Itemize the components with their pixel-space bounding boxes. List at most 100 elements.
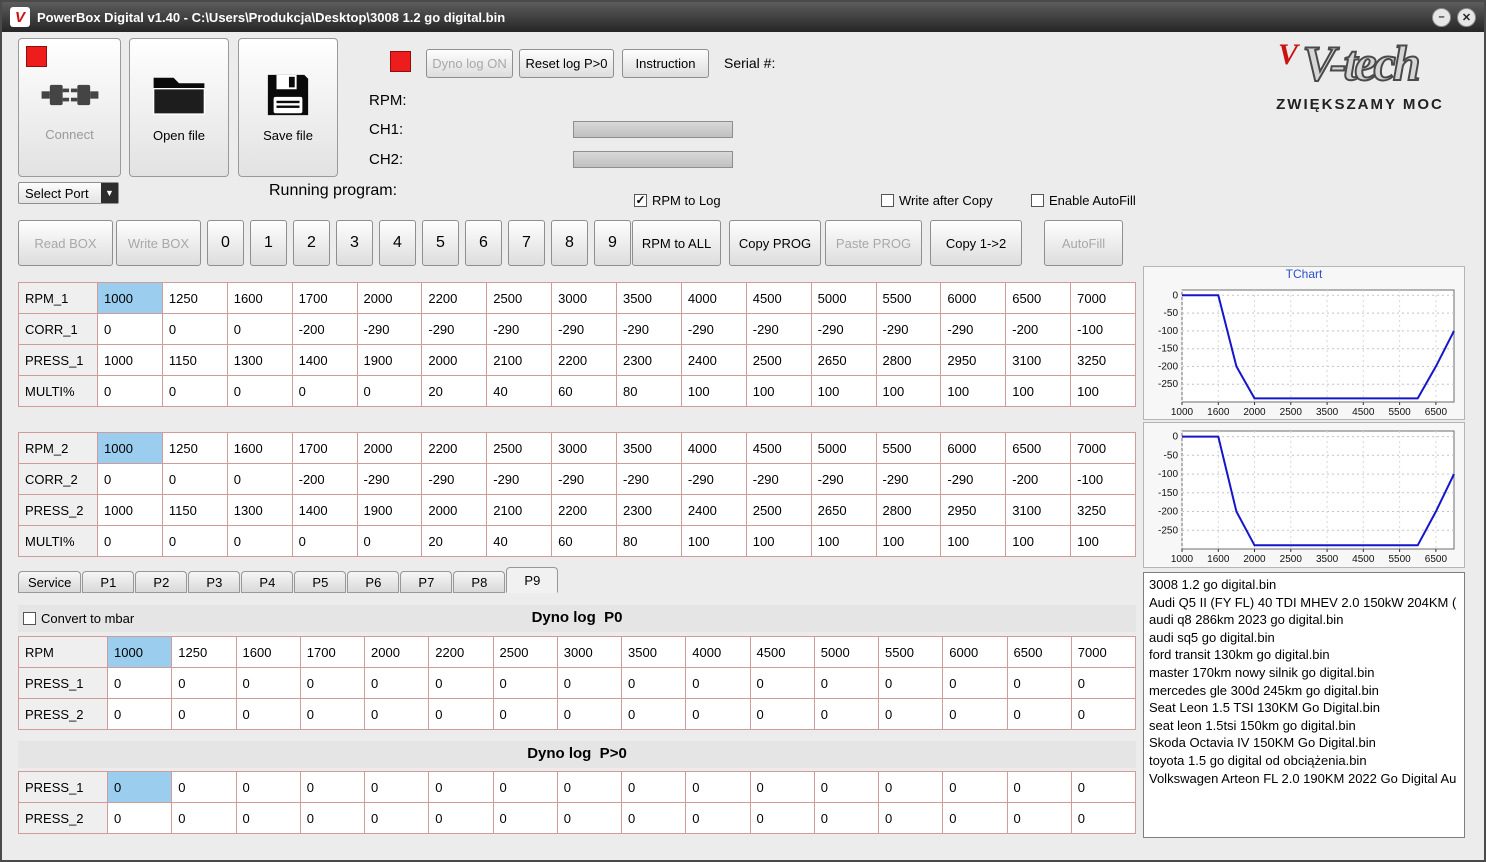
grid-cell[interactable]: 2000 [356,432,423,464]
grid-cell[interactable]: -290 [551,463,617,495]
grid-cell[interactable]: 0 [556,771,623,803]
grid-cell[interactable]: 0 [492,667,558,699]
grid-cell[interactable]: -290 [421,313,488,345]
grid-cell[interactable]: 5000 [813,636,880,668]
grid-cell[interactable]: 100 [940,525,1007,557]
grid-cell[interactable]: 2500 [486,282,553,314]
grid-cell[interactable]: 2500 [486,432,553,464]
grid-cell[interactable]: 4500 [745,282,812,314]
grid-cell[interactable]: -290 [356,463,423,495]
grid-cell[interactable]: 0 [299,698,366,730]
grid-cell[interactable]: 4500 [745,432,812,464]
grid-cell[interactable]: 0 [685,698,751,730]
minimize-button[interactable]: – [1432,7,1451,27]
grid-cell[interactable]: 0 [492,698,558,730]
digit-button-3[interactable]: 3 [336,220,373,266]
grid-cell[interactable]: 2300 [616,494,682,526]
grid-cell[interactable]: 2950 [940,344,1007,376]
grid-cell[interactable]: 1150 [161,494,228,526]
grid-cell[interactable]: 20 [421,525,488,557]
grid-cell[interactable]: 100 [1070,375,1136,407]
grid-cell[interactable]: 0 [620,771,687,803]
grid-cell[interactable]: 6000 [940,432,1007,464]
grid-cell[interactable]: 0 [749,802,815,834]
file-list[interactable]: 3008 1.2 go digital.bin Audi Q5 II (FY FL… [1143,572,1465,838]
grid-cell[interactable]: 100 [680,525,747,557]
grid-cell[interactable]: 1250 [161,432,228,464]
grid-cell[interactable]: 0 [97,525,163,557]
grid-cell[interactable]: -290 [745,463,812,495]
grid-cell[interactable]: 2000 [421,344,488,376]
grid-cell[interactable]: 0 [813,698,880,730]
grid-cell[interactable]: 0 [942,667,1008,699]
tab-p9[interactable]: P9 [506,567,559,593]
read-box-button[interactable]: Read BOX [18,220,113,266]
grid-cell[interactable]: 2800 [875,494,942,526]
grid-cell[interactable]: 4000 [685,636,751,668]
grid-cell[interactable]: 2800 [875,344,942,376]
grid-cell[interactable]: 4500 [749,636,815,668]
grid-cell[interactable]: 2400 [680,494,747,526]
dyno-log-on-button[interactable]: Dyno log ON [426,49,513,78]
grid-cell[interactable]: 0 [685,802,751,834]
grid-cell[interactable]: 0 [942,698,1008,730]
grid-cell[interactable]: -290 [486,313,553,345]
grid-cell[interactable]: 0 [97,463,163,495]
file-list-item[interactable]: master 170km nowy silnik go digital.bin [1149,664,1459,682]
rpm-to-all-button[interactable]: RPM to ALL [632,220,721,266]
file-list-item[interactable]: 3008 1.2 go digital.bin [1149,576,1459,594]
grid-cell[interactable]: -290 [745,313,812,345]
grid-cell[interactable]: 100 [940,375,1007,407]
grid-cell[interactable]: 0 [106,771,173,803]
grid-cell[interactable]: 3250 [1070,494,1136,526]
file-list-item[interactable]: ford transit 130km go digital.bin [1149,646,1459,664]
grid-cell[interactable]: 100 [1005,375,1072,407]
grid-cell[interactable]: 0 [877,667,944,699]
grid-cell[interactable]: 2000 [356,282,423,314]
grid-cell[interactable]: 0 [226,313,293,345]
tab-p8[interactable]: P8 [453,571,506,593]
grid-cell[interactable]: 0 [171,667,237,699]
open-file-button[interactable]: Open file [129,38,229,177]
grid-cell[interactable]: 1900 [356,344,423,376]
grid-cell[interactable]: 1000 [97,282,163,314]
grid-cell[interactable]: 0 [161,313,228,345]
grid-cell[interactable]: 2000 [421,494,488,526]
grid-cell[interactable]: 0 [226,375,293,407]
grid-cell[interactable]: 60 [551,525,617,557]
grid-cell[interactable]: -290 [356,313,423,345]
grid-cell[interactable]: 1700 [291,432,358,464]
grid-cell[interactable]: 0 [942,802,1008,834]
checkbox-box[interactable] [881,194,894,207]
grid-cell[interactable]: 6500 [1005,282,1072,314]
grid-cell[interactable]: 0 [428,667,494,699]
grid-cell[interactable]: 0 [106,698,173,730]
digit-button-6[interactable]: 6 [465,220,502,266]
grid-cell[interactable]: 100 [875,375,942,407]
grid-cell[interactable]: 40 [486,525,553,557]
reset-log-button[interactable]: Reset log P>0 [519,49,614,78]
grid-cell[interactable]: 3000 [551,432,617,464]
digit-button-4[interactable]: 4 [379,220,416,266]
checkbox-rpm-to-log[interactable]: ✓ RPM to Log [634,193,721,208]
grid-cell[interactable]: 2200 [428,636,494,668]
grid-cell[interactable]: 0 [1006,802,1072,834]
grid-cell[interactable]: 1000 [97,344,163,376]
grid-cell[interactable]: -290 [875,313,942,345]
grid-cell[interactable]: 0 [685,667,751,699]
grid-cell[interactable]: -290 [680,313,747,345]
digit-button-5[interactable]: 5 [422,220,459,266]
tab-p5[interactable]: P5 [294,571,347,593]
grid-cell[interactable]: -290 [616,463,682,495]
checkbox-enable-autofill[interactable]: Enable AutoFill [1031,193,1136,208]
grid-cell[interactable]: 0 [363,667,430,699]
grid-cell[interactable]: 0 [428,802,494,834]
grid-cell[interactable]: 3000 [551,282,617,314]
tab-p7[interactable]: P7 [400,571,453,593]
grid-cell[interactable]: 0 [1070,802,1137,834]
paste-prog-button[interactable]: Paste PROG [825,220,922,266]
grid-cell[interactable]: 0 [356,525,423,557]
grid-cell[interactable]: 6000 [940,282,1007,314]
grid-cell[interactable]: 0 [161,375,228,407]
grid-cell[interactable]: -290 [875,463,942,495]
